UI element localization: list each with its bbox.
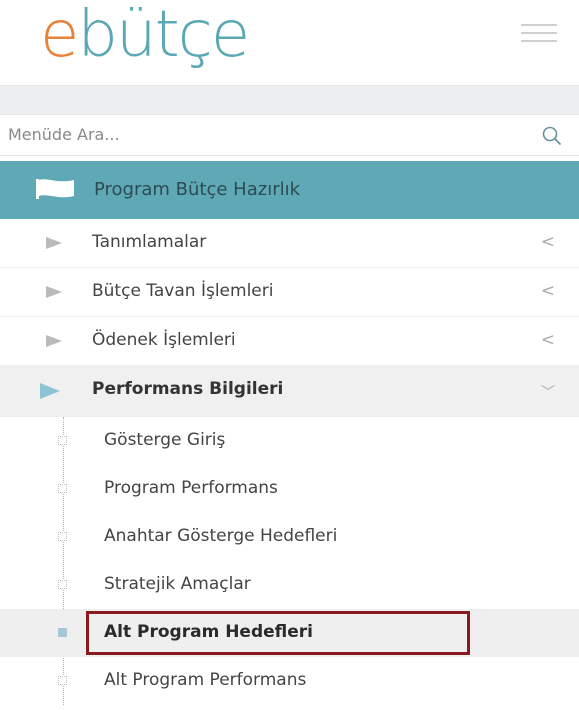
submenu-item-label: Program Performans — [104, 478, 278, 498]
tree-node-icon — [58, 628, 67, 637]
chevron-left-icon: < — [540, 232, 555, 252]
chevron-down-icon: ﹀ — [541, 385, 555, 401]
submenu-item-stratejik-amaclar[interactable]: Stratejik Amaçlar — [0, 561, 579, 609]
chevron-left-icon: < — [540, 281, 555, 301]
tree-node-icon — [58, 676, 67, 685]
chevron-left-icon: < — [540, 330, 555, 350]
submenu-item-label: Stratejik Amaçlar — [104, 574, 251, 594]
flag-icon — [36, 179, 74, 199]
logo[interactable]: ebütçe — [40, 3, 250, 67]
menu-item-label: Tanımlamalar — [92, 232, 207, 252]
section-header[interactable]: Program Bütçe Hazırlık — [0, 161, 579, 219]
submenu-item-alt-program-hedefleri[interactable]: Alt Program Hedefleri — [0, 609, 579, 657]
menu-icon[interactable] — [521, 22, 557, 46]
submenu-item-gosterge-giris[interactable]: Gösterge Giriş — [0, 417, 579, 465]
menu-item-label: Ödenek İşlemleri — [92, 330, 236, 350]
menu-item-performans[interactable]: Performans Bilgileri ﹀ — [0, 366, 579, 417]
submenu: Gösterge Giriş Program Performans Anahta… — [0, 417, 579, 705]
menu-item-label: Bütçe Tavan İşlemleri — [92, 281, 274, 301]
search-bar — [0, 114, 579, 156]
tree-node-icon — [58, 484, 67, 493]
menu-item-label: Performans Bilgileri — [92, 379, 284, 399]
logo-e: e — [40, 0, 79, 72]
triangle-right-icon — [46, 286, 62, 298]
triangle-right-icon — [46, 237, 62, 249]
header-strip — [0, 85, 579, 114]
triangle-right-icon — [46, 335, 62, 347]
tree-node-icon — [58, 580, 67, 589]
logo-text: bütçe — [77, 0, 250, 72]
header: ebütçe — [0, 0, 579, 85]
submenu-item-program-performans[interactable]: Program Performans — [0, 465, 579, 513]
triangle-right-icon — [40, 383, 60, 399]
submenu-item-alt-program-performans[interactable]: Alt Program Performans — [0, 657, 579, 705]
sidebar-app: ebütçe Program Bütçe Hazırlık Tanımlamal… — [0, 0, 579, 710]
menu-item-tanimlamalar[interactable]: Tanımlamalar < — [0, 219, 579, 268]
search-icon[interactable] — [541, 125, 563, 147]
search-input[interactable] — [6, 115, 510, 153]
menu-item-butce-tavan[interactable]: Bütçe Tavan İşlemleri < — [0, 268, 579, 317]
submenu-item-label: Alt Program Performans — [104, 670, 307, 690]
submenu-item-label: Anahtar Gösterge Hedefleri — [104, 526, 338, 546]
tree-node-icon — [58, 532, 67, 541]
highlight-box — [86, 611, 470, 655]
tree-node-icon — [58, 436, 67, 445]
menu-item-odenek[interactable]: Ödenek İşlemleri < — [0, 317, 579, 366]
submenu-item-label: Gösterge Giriş — [104, 430, 226, 450]
submenu-item-anahtar-gosterge[interactable]: Anahtar Gösterge Hedefleri — [0, 513, 579, 561]
section-label: Program Bütçe Hazırlık — [94, 179, 301, 200]
